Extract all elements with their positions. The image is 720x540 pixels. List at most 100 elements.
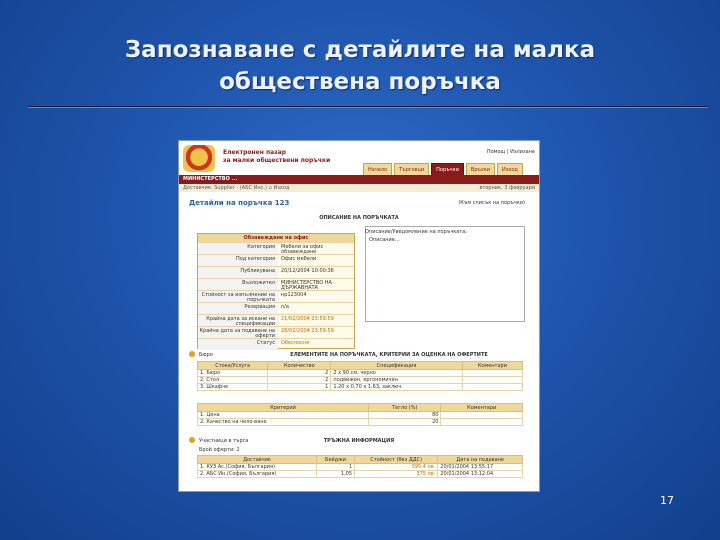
- criteria-table: Критерий Тегло (%) Коментари 1. Цена 80 2. Ка…: [196, 403, 523, 426]
- tab-3[interactable]: Връзки: [465, 163, 495, 175]
- description-value: 20/12/2004 10:00:36: [281, 268, 334, 274]
- description-key: Резервация: [198, 303, 278, 314]
- table-cell: [440, 411, 523, 419]
- description-key: Категория: [198, 243, 278, 254]
- table-row[interactable]: 1. КУЗ Ас.(София, България) 1 395,4 лв. 20/…: [196, 463, 523, 471]
- supplier-bar: Доставчик: Supplier - (АБС Инс.) ▫ Изход…: [179, 184, 539, 192]
- offers-section-title: ТРЪЖНА ИНФОРМАЦИЯ: [323, 438, 395, 444]
- table-header-cell: Критерий: [196, 403, 370, 412]
- table-cell: 395,4 лв.: [354, 463, 439, 471]
- description-key: Крайна дата за подаване на оферти: [198, 327, 278, 338]
- items-icon: [189, 351, 195, 357]
- coat-of-arms-logo: [183, 145, 215, 172]
- table-row[interactable]: 2. Качество на чело-ване 20: [196, 418, 523, 426]
- remarks-label: Описание/Уведомление на поръчката:: [365, 229, 468, 235]
- table-row[interactable]: 1. Цена 80: [196, 411, 523, 419]
- table-header-cell: Тегло (%): [368, 403, 442, 412]
- table-cell: 2. Стол: [196, 376, 269, 384]
- description-row: Категория Мебели за офис обзавеждане: [198, 242, 354, 254]
- description-key: Стойност за изпълнение на поръчката: [198, 291, 278, 302]
- table-header-cell: Количество: [267, 361, 332, 370]
- table-cell: 1,05: [316, 470, 356, 478]
- table-cell: 80: [368, 411, 442, 419]
- description-value: n/a: [281, 304, 289, 310]
- table-cell: 1. Бюро: [196, 369, 269, 377]
- table-cell: 375 лв.: [354, 470, 439, 478]
- embedded-screenshot: Електронен пазар за малки обществени пор…: [178, 140, 540, 492]
- description-value: Обесносне: [281, 340, 310, 346]
- table-cell: 3. Шкафче: [196, 383, 269, 391]
- tab-2[interactable]: Поръчки: [431, 163, 464, 175]
- tab-1[interactable]: Търговци: [394, 163, 430, 175]
- table-header-cell: Стока/Услуга: [196, 361, 269, 370]
- table-cell: 2: [267, 369, 332, 377]
- section-bar: МИНИСТЕРСТВО ...: [179, 175, 539, 184]
- table-header-row: Критерий Тегло (%) Коментари: [196, 403, 523, 412]
- description-value: МИНИСТЕРСТВО НА ДЪРЖАВНАТА: [281, 280, 332, 291]
- description-row: Стойност за изпълнение на поръчката нр123…: [198, 290, 354, 302]
- description-row: Статус Обесносне: [198, 338, 354, 350]
- slide-title: Запознаване с детайлите на малка обществ…: [0, 34, 720, 98]
- description-row: Крайна дата за искане на спецификации 21/…: [198, 314, 354, 326]
- slide-title-line-1: Запознаване с детайлите на малка: [124, 37, 596, 63]
- table-cell: [461, 383, 524, 391]
- table-cell: 1: [267, 383, 332, 391]
- table-header-cell: Спецификация: [330, 361, 463, 370]
- table-cell: 1. КУЗ Ас.(София, България): [196, 463, 318, 471]
- items-icon-label: Бюро: [199, 352, 213, 358]
- table-header-row: Доставчик Бейджи Стойност (без ДДС) Дата на…: [196, 455, 523, 464]
- description-row: Публикувана 20/12/2004 10:00:36: [198, 266, 354, 278]
- offers-icon: [189, 437, 195, 443]
- description-value: нр123004: [281, 292, 307, 298]
- description-section-title: ОПИСАНИЕ НА ПОРЪЧКАТА: [319, 215, 399, 221]
- table-header-cell: Коментари: [461, 361, 524, 370]
- description-key: Статус: [198, 339, 278, 350]
- description-box-head: Обзавеждане на офис: [198, 234, 354, 242]
- table-row[interactable]: 3. Шкафче 1 1,20 х 0,70 х 1,63, заключ.: [196, 383, 524, 391]
- description-value: Офис мебели: [281, 256, 317, 262]
- table-cell: 20: [368, 418, 442, 426]
- table-cell: [461, 369, 524, 377]
- table-cell: 20/01/2004 13:55:17: [437, 463, 523, 471]
- table-row[interactable]: 2. Стол 2 подвижен, ергономичен: [196, 376, 524, 384]
- user-links[interactable]: Помощ | Излизане: [487, 149, 535, 155]
- site-brand-line-2: за малки обществени поръчки: [223, 157, 331, 164]
- description-key: Публикувана: [198, 267, 278, 278]
- table-row[interactable]: 1. Бюро 2 2 x 90 см, черно: [196, 369, 524, 377]
- description-key: Под категория: [198, 255, 278, 266]
- table-header-cell: Бейджи: [316, 455, 356, 464]
- description-box: Обзавеждане на офис Категория Мебели за о…: [197, 233, 355, 350]
- table-cell: 1: [316, 463, 356, 471]
- tab-4[interactable]: Изход: [496, 163, 523, 175]
- table-cell: 2 x 90 см, черно: [330, 369, 463, 377]
- table-cell: 1,20 х 0,70 х 1,63, заключ.: [330, 383, 463, 391]
- supplier-info[interactable]: Доставчик: Supplier - (АБС Инс.) ▫ Изход: [183, 185, 289, 191]
- table-cell: 1. Цена: [196, 411, 370, 419]
- description-value: 28/02/2004 23:59:59: [281, 328, 334, 334]
- tab-0[interactable]: Начало: [363, 163, 393, 175]
- site-brand-line-1: Електронен пазар: [223, 149, 287, 156]
- title-divider: [28, 106, 708, 107]
- description-row: Резервация n/a: [198, 302, 354, 314]
- table-header-cell: Коментари: [440, 403, 523, 412]
- table-header-cell: Дата на подаване: [437, 455, 523, 464]
- back-to-list-link[interactable]: (Към списък на поръчки): [458, 200, 525, 206]
- table-cell: 2. Качество на чело-ване: [196, 418, 370, 426]
- table-row[interactable]: 2. АБС Ин.(София, България) 1,05 375 лв. 20…: [196, 470, 523, 478]
- table-cell: 20/01/2004 13:12:04: [437, 470, 523, 478]
- main-tabs: Начало Търговци Поръчки Връзки Изход: [363, 163, 523, 175]
- description-value: Мебели за офис обзавеждане: [281, 244, 324, 255]
- description-row: Крайна дата за подаване на оферти 28/02/2…: [198, 326, 354, 338]
- page-title: Детайли на поръчка 123: [189, 199, 290, 207]
- table-header-cell: Стойност (без ДДС): [354, 455, 439, 464]
- table-cell: 2: [267, 376, 332, 384]
- description-row: Под категория Офис мебели: [198, 254, 354, 266]
- remarks-value: Описание...: [369, 237, 400, 243]
- table-header-row: Стока/Услуга Количество Спецификация Комент…: [196, 361, 524, 370]
- slide-title-line-2: обществена поръчка: [219, 69, 501, 95]
- description-key: Възложител: [198, 279, 278, 290]
- current-date: вторник, 3 февруари: [479, 185, 536, 191]
- table-header-cell: Доставчик: [196, 455, 318, 464]
- description-key: Крайна дата за искане на спецификации: [198, 315, 278, 326]
- items-section-title: ЕЛЕМЕНТИТЕ НА ПОРЪЧКАТА, КРИТЕРИИ ЗА ОЦЕ…: [290, 352, 488, 358]
